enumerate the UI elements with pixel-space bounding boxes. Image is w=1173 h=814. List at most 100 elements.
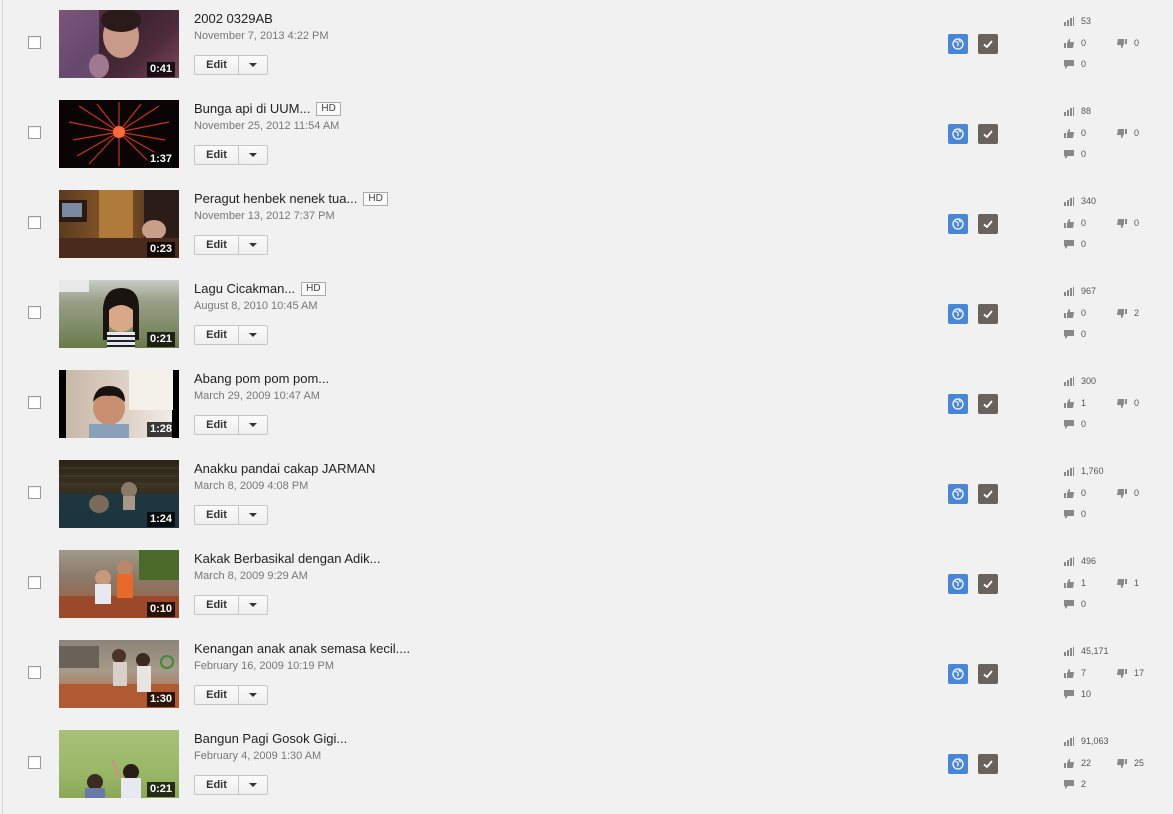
checkmark-icon[interactable]	[978, 484, 998, 504]
video-thumbnail[interactable]: 0:41	[59, 10, 179, 78]
chevron-down-icon	[249, 603, 257, 607]
duration-badge: 1:30	[146, 692, 175, 707]
dislikes-count: 0	[1117, 38, 1139, 49]
checkmark-icon[interactable]	[978, 304, 998, 324]
checkmark-icon[interactable]	[978, 574, 998, 594]
likes-count: 0	[1064, 38, 1086, 49]
globe-icon[interactable]	[948, 394, 968, 414]
video-thumbnail[interactable]: 1:37	[59, 100, 179, 168]
video-title[interactable]: Peragut henbek nenek tua...	[194, 190, 357, 207]
views-value: 967	[1081, 286, 1097, 296]
video-thumbnail[interactable]: 1:28	[59, 370, 179, 438]
edit-button[interactable]: Edit	[195, 326, 239, 344]
video-title[interactable]: Bangun Pagi Gosok Gigi...	[194, 730, 347, 747]
chevron-down-icon	[249, 243, 257, 247]
select-checkbox[interactable]	[28, 306, 41, 319]
thumbs-up-icon	[1064, 759, 1074, 768]
video-thumbnail[interactable]: 1:30	[59, 640, 179, 708]
globe-icon[interactable]	[948, 664, 968, 684]
views-count: 53	[1064, 16, 1091, 27]
globe-icon[interactable]	[948, 754, 968, 774]
video-title[interactable]: Kakak Berbasikal dengan Adik...	[194, 550, 380, 567]
thumbs-up-icon	[1064, 219, 1074, 228]
globe-icon[interactable]	[948, 574, 968, 594]
likes-count: 0	[1064, 218, 1086, 229]
edit-button[interactable]: Edit	[195, 236, 239, 254]
upload-date: March 29, 2009 10:47 AM	[194, 390, 320, 402]
likes-count: 0	[1064, 308, 1086, 319]
select-checkbox[interactable]	[28, 756, 41, 769]
comments-value: 10	[1081, 689, 1092, 699]
checkmark-icon[interactable]	[978, 664, 998, 684]
likes-value: 0	[1081, 38, 1087, 48]
title-line: Bangun Pagi Gosok Gigi...	[194, 730, 347, 748]
select-checkbox[interactable]	[28, 126, 41, 139]
edit-button[interactable]: Edit	[195, 776, 239, 794]
edit-menu-button[interactable]	[239, 56, 267, 74]
video-title[interactable]: Lagu Cicakman...	[194, 280, 295, 297]
likes-count: 1	[1064, 398, 1086, 409]
select-checkbox[interactable]	[28, 396, 41, 409]
dislikes-value: 1	[1134, 578, 1140, 588]
views-count: 1,760	[1064, 466, 1104, 477]
video-title[interactable]: 2002 0329AB	[194, 10, 273, 27]
checkmark-icon[interactable]	[978, 34, 998, 54]
edit-menu-button[interactable]	[239, 596, 267, 614]
globe-icon[interactable]	[948, 484, 968, 504]
select-checkbox[interactable]	[28, 576, 41, 589]
edit-menu-button[interactable]	[239, 506, 267, 524]
select-checkbox[interactable]	[28, 36, 41, 49]
video-thumbnail[interactable]: 0:23	[59, 190, 179, 258]
dislikes-count: 0	[1117, 128, 1139, 139]
video-title[interactable]: Abang pom pom pom...	[194, 370, 329, 387]
edit-button[interactable]: Edit	[195, 56, 239, 74]
duration-badge: 0:10	[146, 602, 175, 617]
video-title[interactable]: Kenangan anak anak semasa kecil....	[194, 640, 410, 657]
title-line: Anakku pandai cakap JARMAN	[194, 460, 375, 478]
checkmark-icon[interactable]	[978, 754, 998, 774]
edit-button[interactable]: Edit	[195, 146, 239, 164]
chevron-down-icon	[249, 693, 257, 697]
bar-chart-icon	[1064, 557, 1074, 566]
edit-menu-button[interactable]	[239, 146, 267, 164]
video-thumbnail[interactable]: 1:24	[59, 460, 179, 528]
video-thumbnail[interactable]: 0:21	[59, 730, 179, 798]
comment-icon	[1064, 240, 1074, 249]
edit-button[interactable]: Edit	[195, 686, 239, 704]
select-checkbox[interactable]	[28, 486, 41, 499]
dislikes-value: 0	[1134, 218, 1140, 228]
video-title[interactable]: Bunga api di UUM...	[194, 100, 310, 117]
select-checkbox[interactable]	[28, 216, 41, 229]
thumbs-up-icon	[1064, 129, 1074, 138]
dislikes-value: 0	[1134, 38, 1140, 48]
checkmark-icon[interactable]	[978, 394, 998, 414]
comment-icon	[1064, 60, 1074, 69]
edit-menu-button[interactable]	[239, 416, 267, 434]
edit-menu-button[interactable]	[239, 236, 267, 254]
edit-button[interactable]: Edit	[195, 506, 239, 524]
edit-button[interactable]: Edit	[195, 416, 239, 434]
video-thumbnail[interactable]: 0:10	[59, 550, 179, 618]
bar-chart-icon	[1064, 737, 1074, 746]
likes-count: 0	[1064, 488, 1086, 499]
edit-button[interactable]: Edit	[195, 596, 239, 614]
globe-icon[interactable]	[948, 34, 968, 54]
select-checkbox[interactable]	[28, 666, 41, 679]
thumbs-down-icon	[1117, 489, 1127, 498]
checkmark-icon[interactable]	[978, 124, 998, 144]
likes-value: 0	[1081, 488, 1087, 498]
globe-icon[interactable]	[948, 124, 968, 144]
edit-menu-button[interactable]	[239, 326, 267, 344]
edit-menu-button[interactable]	[239, 686, 267, 704]
checkmark-icon[interactable]	[978, 214, 998, 234]
views-value: 496	[1081, 556, 1097, 566]
globe-icon[interactable]	[948, 214, 968, 234]
edit-menu-button[interactable]	[239, 776, 267, 794]
video-row: 1:37 Bunga api di UUM... HD November 25, …	[0, 90, 1173, 180]
views-value: 300	[1081, 376, 1097, 386]
video-thumbnail[interactable]: 0:21	[59, 280, 179, 348]
globe-icon[interactable]	[948, 304, 968, 324]
video-title[interactable]: Anakku pandai cakap JARMAN	[194, 460, 375, 477]
comment-icon	[1064, 510, 1074, 519]
comment-icon	[1064, 330, 1074, 339]
